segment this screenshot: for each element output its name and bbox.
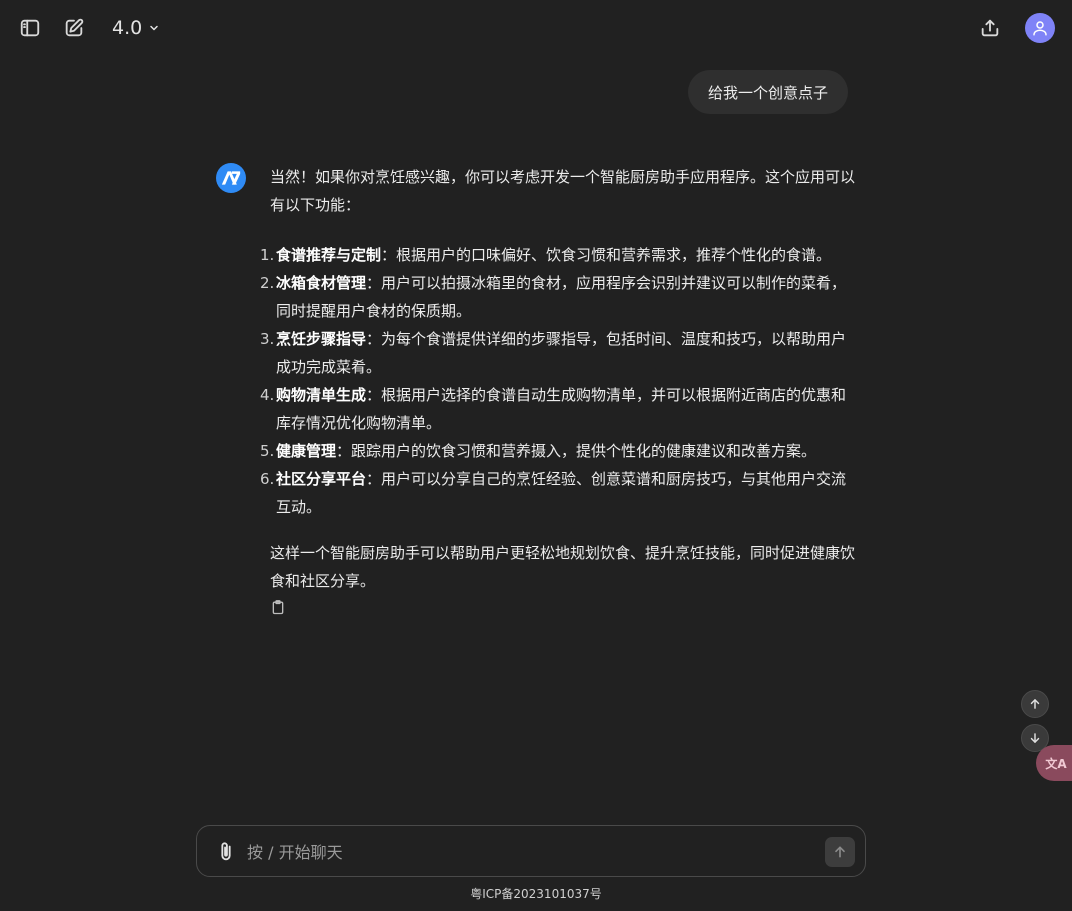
new-chat-button[interactable]	[58, 12, 90, 44]
assistant-conclusion: 这样一个智能厨房助手可以帮助用户更轻松地规划饮食、提升烹饪技能，同时促进健康饮食…	[270, 544, 856, 590]
list-item: 3. 烹饪步骤指导：为每个食谱提供详细的步骤指导，包括时间、温度和技巧，以帮助用户…	[260, 325, 858, 381]
list-item: 1. 食谱推荐与定制：根据用户的口味偏好、饮食习惯和营养需求，推荐个性化的食谱。	[260, 241, 858, 269]
share-icon	[981, 19, 999, 37]
list-item-number: 2.	[260, 274, 275, 292]
list-item: 5. 健康管理：跟踪用户的饮食习惯和营养摄入，提供个性化的健康建议和改善方案。	[260, 437, 858, 465]
list-item: 2. 冰箱食材管理：用户可以拍摄冰箱里的食材，应用程序会识别并建议可以制作的菜肴，…	[260, 269, 858, 325]
user-message-bubble: 给我一个创意点子	[688, 70, 849, 114]
list-item-title: 烹饪步骤指导	[276, 330, 367, 348]
attach-button[interactable]	[215, 840, 237, 864]
chevron-down-icon	[150, 25, 158, 31]
list-item-number: 5.	[260, 442, 275, 460]
model-selector[interactable]: 4.0	[104, 13, 168, 43]
sidebar-icon	[20, 19, 40, 37]
translate-button[interactable]: 文A	[1036, 745, 1072, 781]
list-item-title: 健康管理	[276, 442, 337, 460]
list-item-number: 3.	[260, 330, 275, 348]
user-avatar[interactable]	[1025, 13, 1055, 43]
list-item-title: 购物清单生成	[276, 386, 367, 404]
list-item-text: ：跟踪用户的饮食习惯和营养摄入，提供个性化的健康建议和改善方案。	[336, 442, 817, 460]
list-item-title: 冰箱食材管理	[276, 274, 367, 292]
scroll-up-button[interactable]	[1021, 690, 1049, 718]
list-item-number: 1.	[260, 246, 275, 264]
arrow-up-icon	[1030, 699, 1040, 709]
arrow-up-icon	[835, 846, 845, 858]
clipboard-icon	[272, 600, 284, 615]
copy-button[interactable]	[270, 599, 288, 617]
chat-input[interactable]	[245, 836, 809, 868]
toggle-sidebar-button[interactable]	[14, 12, 46, 44]
assistant-avatar	[216, 163, 246, 193]
assistant-intro: 当然！如果你对烹饪感兴趣，你可以考虑开发一个智能厨房助手应用程序。这个应用可以有…	[270, 168, 856, 214]
list-item-number: 6.	[260, 470, 275, 488]
chat-page: 4.0 给我一个创意点子 当然！如果你对烹饪感兴趣，你可以考虑开发一个智能厨房助…	[0, 0, 1072, 911]
send-button[interactable]	[825, 837, 855, 867]
user-message-text: 给我一个创意点子	[708, 83, 829, 102]
list-item-text: ：根据用户的口味偏好、饮食习惯和营养需求，推荐个性化的食谱。	[381, 246, 832, 264]
share-button[interactable]	[974, 12, 1006, 44]
user-icon	[1033, 21, 1047, 36]
list-item-title: 食谱推荐与定制	[276, 246, 382, 264]
assistant-logo-icon	[221, 171, 241, 185]
footer-icp[interactable]: 粤ICP备2023101037号	[0, 885, 1072, 902]
list-item: 6. 社区分享平台：用户可以分享自己的烹饪经验、创意菜谱和厨房技巧，与其他用户交流…	[260, 465, 858, 521]
feature-list: 1. 食谱推荐与定制：根据用户的口味偏好、饮食习惯和营养需求，推荐个性化的食谱。 …	[260, 241, 858, 521]
chat-input-bar	[196, 825, 866, 877]
translate-icon: 文A	[1045, 756, 1067, 771]
assistant-message: 当然！如果你对烹饪感兴趣，你可以考虑开发一个智能厨房助手应用程序。这个应用可以有…	[260, 163, 858, 625]
list-item-number: 4.	[260, 386, 275, 404]
list-item: 4. 购物清单生成：根据用户选择的食谱自动生成购物清单，并可以根据附近商店的优惠和…	[260, 381, 858, 437]
paperclip-icon	[221, 842, 231, 861]
arrow-down-icon	[1030, 733, 1040, 743]
top-bar: 4.0	[0, 0, 1072, 56]
model-label: 4.0	[112, 17, 143, 39]
edit-icon	[65, 18, 84, 37]
list-item-title: 社区分享平台	[276, 470, 367, 488]
